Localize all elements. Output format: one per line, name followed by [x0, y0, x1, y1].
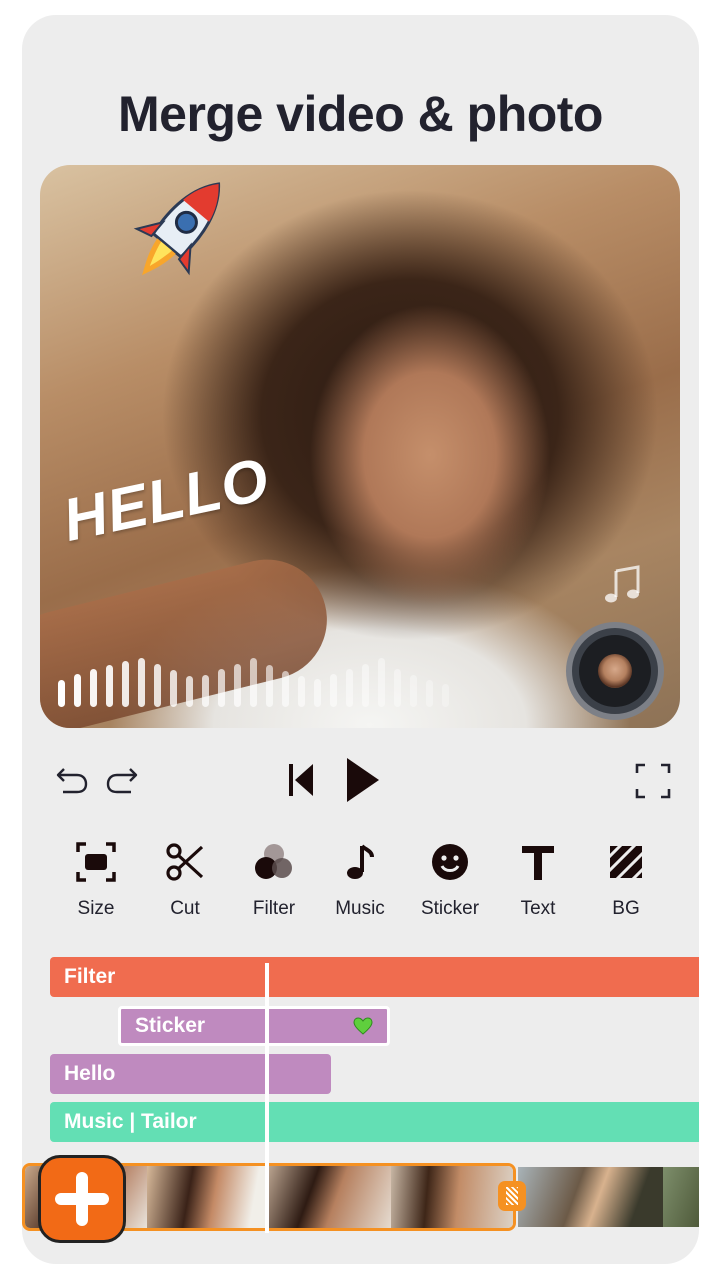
clip-thumbnail [269, 1166, 391, 1228]
undo-icon[interactable] [52, 760, 92, 800]
waveform-bar [202, 675, 209, 707]
track-hello[interactable]: Hello [50, 1054, 331, 1094]
waveform-bar [378, 658, 385, 707]
clip-thumbnail [663, 1167, 699, 1227]
music-disc[interactable] [566, 622, 664, 720]
promo-card: Merge video & photo HELLO Size Cut Filte… [22, 15, 699, 1264]
waveform-bar [186, 676, 193, 707]
music-cover-avatar [598, 654, 632, 688]
fullscreen-icon[interactable] [632, 760, 674, 802]
waveform-bar [154, 664, 161, 707]
track-filter[interactable]: Filter [50, 957, 699, 997]
tool-sticker[interactable]: Sticker [410, 840, 490, 920]
waveform-bar [106, 665, 113, 707]
size-icon [74, 840, 118, 884]
clip-thumbnail [147, 1166, 269, 1228]
waveform-bar [442, 684, 449, 707]
waveform-bar [170, 670, 177, 707]
filter-icon [252, 840, 296, 884]
background-icon [604, 840, 648, 884]
waveform-bar [250, 658, 257, 707]
waveform-bar [426, 680, 433, 707]
tool-text[interactable]: Text [498, 840, 578, 920]
waveform-bar [90, 669, 97, 707]
skip-previous-icon[interactable] [280, 758, 320, 802]
playhead[interactable] [265, 963, 269, 1233]
play-icon[interactable] [338, 754, 386, 806]
text-icon [516, 840, 560, 884]
music-note-icon [605, 565, 640, 603]
waveform-bar [234, 664, 241, 707]
tool-filter[interactable]: Filter [234, 840, 314, 920]
tool-music[interactable]: Music [320, 840, 400, 920]
waveform-bar [282, 671, 289, 707]
hello-text-overlay[interactable]: HELLO [57, 444, 275, 555]
music-icon [338, 840, 382, 884]
green-heart-icon [353, 1017, 373, 1035]
waveform-bar [122, 661, 129, 707]
add-clip-button[interactable] [38, 1155, 126, 1243]
smiley-icon [428, 840, 472, 884]
playback-controls [22, 750, 699, 810]
clip-thumbnail [391, 1166, 513, 1228]
waveform-bar [74, 674, 81, 707]
track-sticker[interactable]: Sticker [118, 1006, 390, 1046]
video-clip[interactable] [518, 1167, 699, 1227]
waveform-bar [314, 679, 321, 707]
waveform-bar [330, 674, 337, 707]
page-title: Merge video & photo [118, 86, 603, 142]
waveform-bar [298, 676, 305, 707]
add-clip-icon [55, 1172, 109, 1226]
clip-trim-handle[interactable] [498, 1181, 526, 1211]
waveform-bar [346, 669, 353, 707]
video-preview[interactable]: HELLO [40, 165, 680, 728]
waveform-bar [218, 669, 225, 707]
tool-cut[interactable]: Cut [145, 840, 225, 920]
rocket-sticker[interactable] [120, 165, 240, 295]
waveform-bar [138, 658, 145, 707]
scissors-icon [163, 840, 207, 884]
redo-icon[interactable] [102, 760, 142, 800]
editing-toolbar: Size Cut Filter Music Sticker Text BG [56, 840, 676, 930]
timeline: Filter Sticker Hello Music | Tailor [22, 945, 699, 1264]
waveform-bar [58, 680, 65, 707]
waveform-bar [410, 675, 417, 707]
waveform-bar [394, 669, 401, 707]
track-music[interactable]: Music | Tailor [50, 1102, 699, 1142]
clip-thumbnail [518, 1167, 663, 1227]
tool-bg[interactable]: BG [586, 840, 666, 920]
waveform-bar [266, 665, 273, 707]
tool-size[interactable]: Size [56, 840, 136, 920]
waveform-bar [362, 664, 369, 707]
audio-waveform [58, 651, 449, 707]
